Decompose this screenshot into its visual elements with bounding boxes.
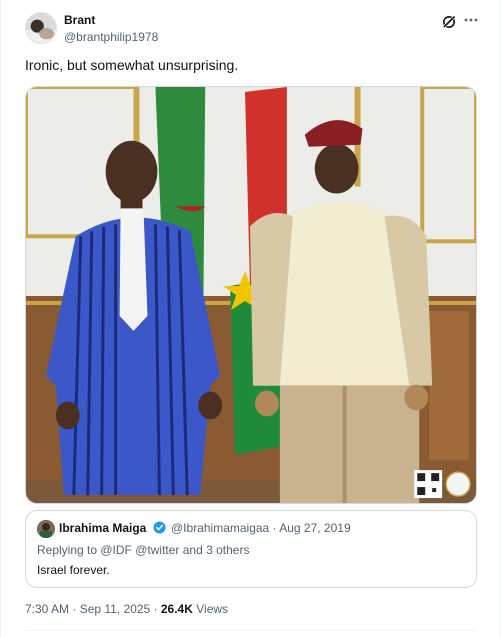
tweet-text: Ironic, but somewhat unsurprising. (25, 57, 239, 73)
quoted-author-name[interactable]: Ibrahima Maiga (59, 521, 146, 535)
author-display-name[interactable]: Brant (64, 13, 95, 27)
divider (25, 630, 477, 631)
tweet-card[interactable]: Brant @brantphilip1978 Ironic, but somew… (0, 0, 501, 637)
author-handle[interactable]: @brantphilip1978 (64, 30, 158, 44)
tweet-timestamp[interactable]: 7:30 AM · Sep 11, 2025 · (25, 602, 158, 616)
quoted-handle-and-date[interactable]: @Ibrahimamaigaa · Aug 27, 2019 (171, 521, 351, 535)
grok-icon[interactable] (441, 14, 457, 30)
more-options-icon[interactable] (463, 12, 479, 28)
author-avatar[interactable] (25, 12, 57, 44)
verified-badge-icon (153, 521, 166, 534)
quoted-tweet[interactable]: Ibrahima Maiga @Ibrahimamaigaa · Aug 27,… (25, 510, 477, 588)
tweet-footer: 7:30 AM · Sep 11, 2025 · 26.4K Views (25, 602, 228, 616)
quoted-author-avatar[interactable] (37, 520, 55, 538)
quoted-tweet-text: Israel forever. (37, 563, 110, 577)
quoted-replying-to: Replying to @IDF @twitter and 3 others (37, 543, 250, 557)
views-count: 26.4K (160, 602, 193, 616)
views-label: Views (196, 602, 229, 616)
tweet-photo[interactable] (25, 86, 477, 504)
